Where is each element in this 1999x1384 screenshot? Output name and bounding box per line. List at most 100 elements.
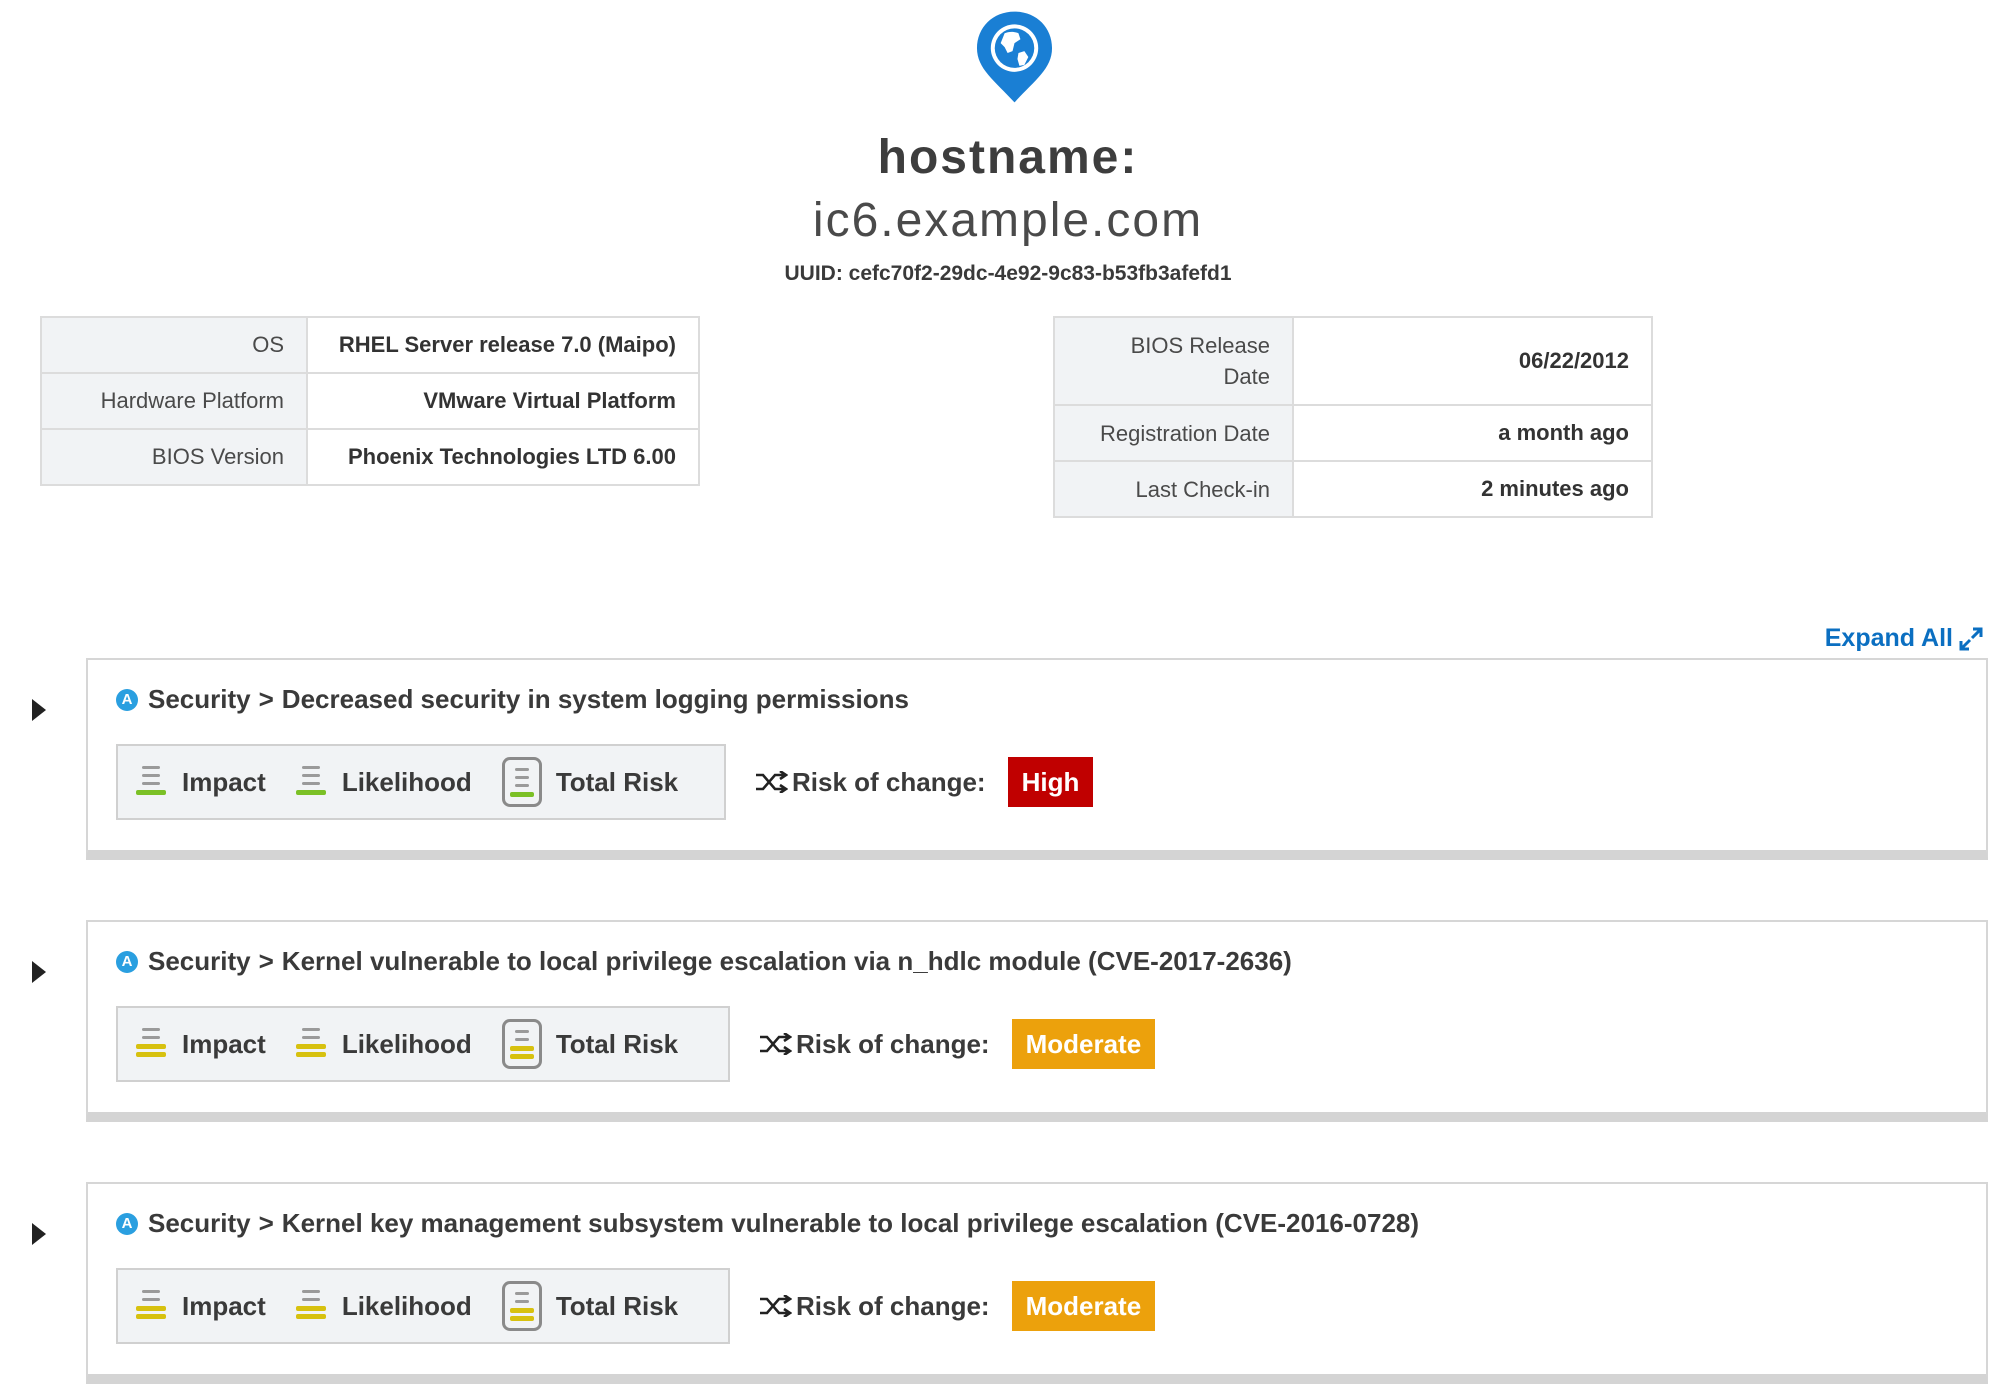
- total-risk-meter-icon: [501, 1019, 542, 1069]
- rule-source-badge: A: [116, 688, 138, 711]
- info-row-bios-version: BIOS Version Phoenix Technologies LTD 6.…: [40, 428, 700, 486]
- likelihood-meter-icon: [295, 1026, 326, 1062]
- meter-bar: [295, 1052, 326, 1057]
- rule-separator: >: [258, 684, 274, 714]
- likelihood-metric: Likelihood: [295, 1026, 472, 1062]
- meter-bar: [136, 1044, 166, 1049]
- meter-bar: [514, 768, 529, 771]
- info-row-last-check-in: Last Check-in 2 minutes ago: [1053, 460, 1653, 518]
- likelihood-metric: Likelihood: [295, 1288, 472, 1324]
- uuid: UUID: cefc70f2-29dc-4e92-9c83-b53fb3afef…: [784, 262, 1232, 285]
- rule-title-text: Decreased security in system logging per…: [281, 684, 909, 714]
- rule-title[interactable]: A Security > Decreased security in syste…: [116, 684, 909, 715]
- shuffle-icon: [760, 1295, 792, 1317]
- total-risk-meter-icon: [501, 1281, 542, 1331]
- info-row-hardware-platform: Hardware Platform VMware Virtual Platfor…: [40, 372, 700, 430]
- rule-expand-caret[interactable]: [32, 1223, 46, 1245]
- meter-bar: [509, 1316, 534, 1321]
- total-risk-label: Total Risk: [555, 766, 679, 797]
- meter-bar: [301, 774, 320, 777]
- risk-of-change: Risk of change: High: [754, 744, 1094, 820]
- likelihood-label: Likelihood: [341, 1028, 472, 1059]
- expand-all-link[interactable]: Expand All: [1825, 624, 1983, 653]
- meter-bar: [301, 1290, 320, 1293]
- info-value: VMware Virtual Platform: [306, 372, 700, 430]
- meter-bar: [136, 1314, 166, 1319]
- meter-bar: [136, 1306, 166, 1311]
- risk-of-change: Risk of change: Moderate: [758, 1268, 1156, 1344]
- meter-bar: [142, 1298, 160, 1301]
- risk-of-change-label: Risk of change:: [796, 1290, 990, 1321]
- info-row-bios-release-date: BIOS Release Date 06/22/2012: [1053, 316, 1653, 406]
- risk-of-change-badge: High: [1007, 757, 1094, 807]
- meter-bar: [301, 766, 320, 769]
- rule-category: Security: [148, 1208, 251, 1238]
- info-key: BIOS Version: [40, 428, 308, 486]
- total-risk-label: Total Risk: [555, 1028, 679, 1059]
- total-risk-label: Total Risk: [555, 1290, 679, 1321]
- impact-meter-icon: [136, 1288, 166, 1324]
- likelihood-label: Likelihood: [341, 766, 472, 797]
- rule-category: Security: [148, 946, 251, 976]
- info-key-line2: Date: [1223, 364, 1270, 389]
- expand-arrows-icon: [1959, 627, 1983, 650]
- meter-bar: [301, 782, 320, 785]
- meter-bar: [142, 774, 160, 777]
- meter-bar: [509, 792, 534, 797]
- rule-card[interactable]: A Security > Kernel vulnerable to local …: [86, 920, 1988, 1122]
- impact-meter-icon: [136, 1026, 166, 1062]
- impact-metric: Impact: [136, 1026, 266, 1062]
- meter-bar: [295, 1306, 326, 1311]
- info-row-os: OS RHEL Server release 7.0 (Maipo): [40, 316, 700, 374]
- system-info-table-left: OS RHEL Server release 7.0 (Maipo) Hardw…: [40, 316, 700, 486]
- risk-of-change-badge: Moderate: [1011, 1281, 1156, 1331]
- info-key: Hardware Platform: [40, 372, 308, 430]
- meter-bar: [509, 1046, 534, 1051]
- meter-bar: [301, 1028, 320, 1031]
- meter-bar: [136, 1052, 166, 1057]
- impact-metric: Impact: [136, 1288, 266, 1324]
- info-key: BIOS Release Date: [1053, 316, 1294, 406]
- impact-label: Impact: [182, 766, 266, 797]
- meter-bar: [142, 1290, 160, 1293]
- meter-bar: [142, 1036, 160, 1039]
- rule-card[interactable]: A Security > Decreased security in syste…: [86, 658, 1988, 860]
- rule-category: Security: [148, 684, 251, 714]
- rule-title-text: Kernel key management subsystem vulnerab…: [281, 1208, 1420, 1238]
- total-risk-metric: Total Risk: [501, 1281, 679, 1331]
- risk-summary: Impact Likelihood Total Risk: [116, 1006, 730, 1082]
- shuffle-icon: [756, 771, 788, 793]
- likelihood-meter-icon: [295, 1288, 326, 1324]
- rule-expand-caret[interactable]: [32, 699, 46, 721]
- meter-bar: [295, 1044, 326, 1049]
- rule-title[interactable]: A Security > Kernel key management subsy…: [116, 1208, 1419, 1239]
- risk-summary: Impact Likelihood Total Risk: [116, 744, 726, 820]
- risk-of-change-badge: Moderate: [1011, 1019, 1156, 1069]
- info-value: 06/22/2012: [1292, 316, 1653, 406]
- meter-bar: [301, 1298, 320, 1301]
- rule-title[interactable]: A Security > Kernel vulnerable to local …: [116, 946, 1292, 977]
- total-risk-metric: Total Risk: [501, 1019, 679, 1069]
- meter-bar: [142, 766, 160, 769]
- info-value: Phoenix Technologies LTD 6.00: [306, 428, 700, 486]
- meter-bar: [295, 1314, 326, 1319]
- info-key: OS: [40, 316, 308, 374]
- rule-source-badge: A: [116, 950, 138, 973]
- meter-bar: [142, 782, 160, 785]
- meter-bar: [514, 1300, 529, 1303]
- rule-source-badge: A: [116, 1212, 138, 1235]
- total-risk-meter-icon: [501, 757, 542, 807]
- info-value: RHEL Server release 7.0 (Maipo): [306, 316, 700, 374]
- impact-meter-icon: [136, 764, 166, 800]
- meter-bar: [136, 790, 166, 795]
- hostname-value: ic6.example.com: [812, 194, 1204, 247]
- rule-title-text: Kernel vulnerable to local privilege esc…: [281, 946, 1292, 976]
- rule-separator: >: [258, 1208, 274, 1238]
- rule-expand-caret[interactable]: [32, 961, 46, 983]
- rule-card[interactable]: A Security > Kernel key management subsy…: [86, 1182, 1988, 1384]
- meter-bar: [142, 1028, 160, 1031]
- meter-bar: [514, 784, 529, 787]
- meter-bar: [301, 1036, 320, 1039]
- info-key-line1: BIOS Release: [1130, 333, 1270, 358]
- shuffle-icon: [760, 1033, 792, 1055]
